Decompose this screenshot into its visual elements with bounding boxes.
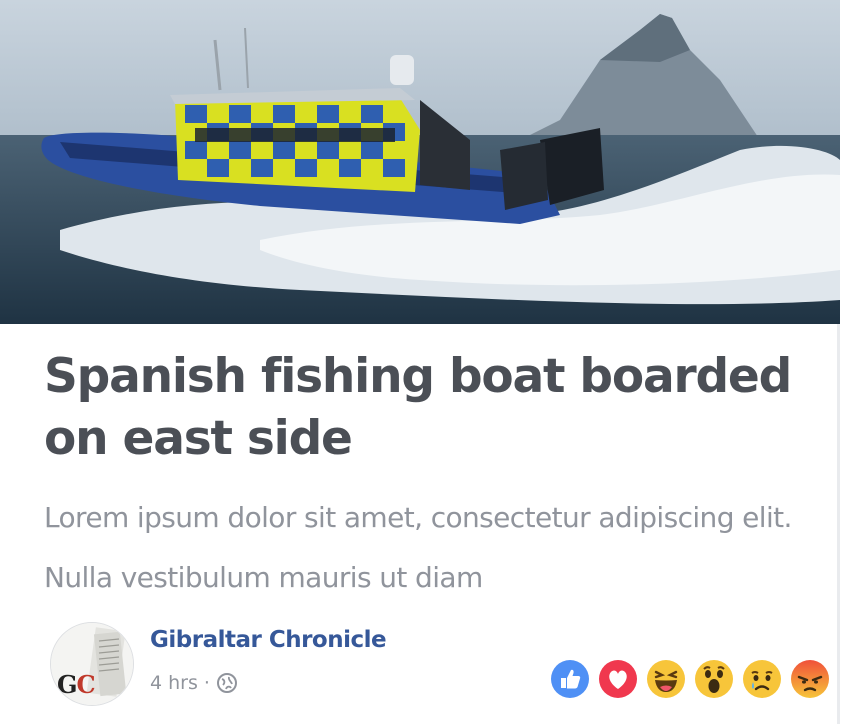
article-hero-image[interactable] [0, 0, 840, 324]
post-meta: 4 hrs · [150, 672, 238, 694]
like-reaction-icon[interactable] [550, 659, 590, 699]
reactions-bar[interactable] [550, 659, 830, 699]
globe-icon[interactable] [216, 672, 238, 694]
sad-reaction-icon[interactable] [742, 659, 782, 699]
patrol-boat-photo [0, 0, 840, 324]
page-avatar[interactable]: GC [50, 622, 134, 706]
article-headline[interactable]: Spanish fishing boat boarded on east sid… [44, 346, 804, 470]
wow-reaction-icon[interactable] [694, 659, 734, 699]
page-name-link[interactable]: Gibraltar Chronicle [150, 627, 387, 653]
haha-reaction-icon[interactable] [646, 659, 686, 699]
meta-separator: · [203, 672, 210, 694]
post-timestamp[interactable]: 4 hrs [150, 672, 198, 694]
angry-reaction-icon[interactable] [790, 659, 830, 699]
love-reaction-icon[interactable] [598, 659, 638, 699]
article-summary[interactable]: Lorem ipsum dolor sit amet, consectetur … [44, 488, 834, 608]
gc-logo-text: GC [57, 670, 96, 699]
link-preview-card[interactable]: Spanish fishing boat boarded on east sid… [0, 0, 840, 724]
